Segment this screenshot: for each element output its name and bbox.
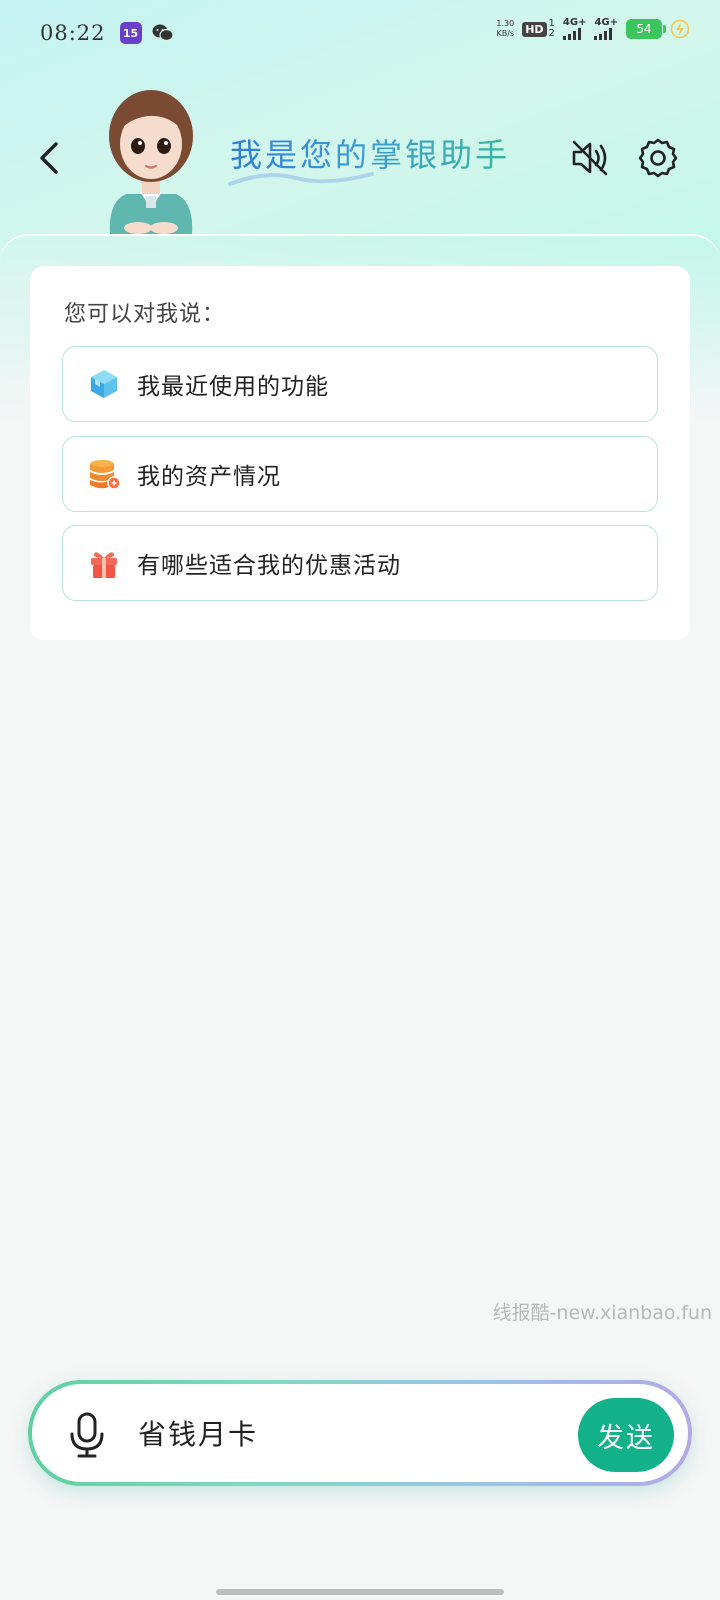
home-indicator[interactable] [216, 1589, 504, 1595]
charging-bolt-icon [670, 19, 690, 39]
watermark: 线报酷-new.xianbao.fun [492, 1302, 712, 1324]
signal-2-label: 4G+ [594, 17, 618, 28]
microphone-icon[interactable] [64, 1410, 110, 1460]
network-speed-unit: KB/s [496, 29, 515, 38]
gear-icon[interactable] [636, 136, 680, 180]
suggestion-recent-functions[interactable]: 我最近使用的功能 [62, 346, 658, 422]
network-speed-value: 1.30 [496, 19, 515, 28]
hd-indicator: HD 1 2 [522, 19, 555, 39]
suggestion-heading: 您可以对我说： [64, 302, 226, 327]
wechat-icon [152, 24, 174, 42]
signal-bars-icon [562, 28, 581, 40]
status-time: 08:22 [40, 21, 106, 45]
message-input[interactable]: 省钱月卡 [138, 1413, 558, 1453]
status-indicators: 1.30 KB/s HD 1 2 4G+ 4G+ 54 [496, 18, 690, 40]
status-bar: 08:22 15 1.30 KB/s HD 1 2 4G+ 4G+ 54 [0, 0, 720, 66]
suggestion-label: 我最近使用的功能 [137, 374, 329, 400]
network-speed: 1.30 KB/s [496, 19, 514, 39]
cube-icon [91, 370, 117, 398]
suggestion-card: 您可以对我说： 我最近使用的功能 我的资产情况 有哪些适合我的优惠活动 [30, 266, 690, 640]
signal-bars-icon [594, 28, 613, 40]
hd-number-bottom: 2 [548, 28, 555, 39]
back-button[interactable] [30, 136, 70, 180]
notification-app-icon: 15 [119, 22, 142, 44]
suggestion-label: 我的资产情况 [137, 464, 281, 490]
suggestion-promotions[interactable]: 有哪些适合我的优惠活动 [62, 525, 658, 601]
signal-strength-1: 4G+ [562, 17, 587, 40]
assistant-avatar [109, 90, 193, 234]
gift-icon [91, 552, 117, 578]
suggestion-asset-status[interactable]: 我的资产情况 [62, 436, 658, 512]
speaker-muted-icon[interactable] [568, 136, 612, 180]
hd-numbers: 1 2 [549, 19, 555, 39]
battery-indicator: 54 [626, 19, 666, 39]
title-swoosh-decoration [228, 172, 374, 186]
signal-1-label: 4G+ [562, 17, 587, 28]
database-coin-icon [90, 460, 121, 490]
suggestion-label: 有哪些适合我的优惠活动 [137, 553, 401, 579]
send-button[interactable]: 发送 [578, 1398, 674, 1472]
signal-strength-2: 4G+ [594, 18, 618, 40]
hd-label: HD [522, 21, 547, 37]
